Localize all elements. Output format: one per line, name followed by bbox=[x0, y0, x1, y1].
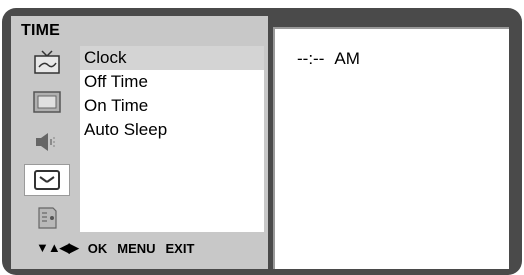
menu-item-on-time[interactable]: On Time bbox=[80, 94, 264, 118]
sound-icon[interactable] bbox=[24, 126, 70, 158]
menu-hint: MENU bbox=[117, 240, 156, 256]
clock-time-value: --:-- bbox=[297, 49, 325, 68]
picture-icon[interactable] bbox=[24, 46, 70, 78]
clock-icon[interactable] bbox=[24, 164, 70, 196]
setting-value-panel: --:-- AM bbox=[273, 27, 509, 269]
ok-hint: OK bbox=[87, 240, 108, 256]
clock-readout[interactable]: --:-- AM bbox=[297, 49, 360, 69]
menu-item-auto-sleep[interactable]: Auto Sleep bbox=[80, 118, 264, 142]
options-icon[interactable] bbox=[24, 202, 70, 234]
exit-hint: EXIT bbox=[165, 240, 195, 256]
menu-items-list: Clock Off Time On Time Auto Sleep bbox=[80, 46, 264, 232]
navigation-hint-bar: ▼▲◀▶ OK MENU EXIT bbox=[36, 240, 194, 256]
arrow-keys-icon: ▼▲◀▶ bbox=[36, 240, 79, 255]
clock-period-value: AM bbox=[334, 49, 360, 68]
menu-item-clock[interactable]: Clock bbox=[80, 46, 264, 70]
screen-icon[interactable] bbox=[24, 86, 70, 118]
menu-title: TIME bbox=[21, 22, 61, 39]
menu-item-off-time[interactable]: Off Time bbox=[80, 70, 264, 94]
